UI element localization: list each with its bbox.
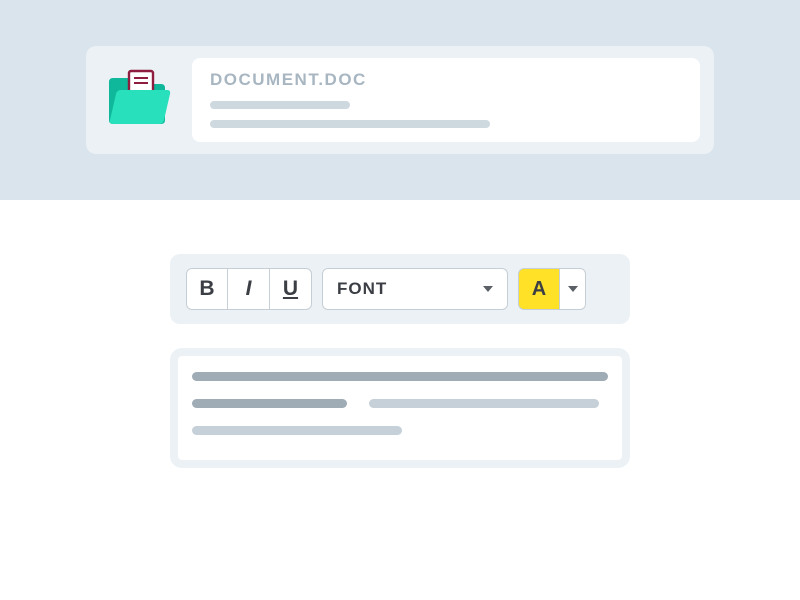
document-title: DOCUMENT.DOC xyxy=(210,70,682,90)
content-line xyxy=(369,399,599,408)
text-style-group: B I U xyxy=(186,268,312,310)
placeholder-line xyxy=(210,101,350,109)
content-line xyxy=(192,372,608,381)
chevron-down-icon xyxy=(568,286,578,292)
editor-area: B I U FONT A xyxy=(0,200,800,468)
chevron-down-icon xyxy=(483,286,493,292)
content-line xyxy=(192,399,347,408)
italic-button[interactable]: I xyxy=(228,268,270,310)
file-card: DOCUMENT.DOC xyxy=(86,46,714,154)
folder-icon xyxy=(100,61,178,139)
text-color-button[interactable]: A xyxy=(518,268,560,310)
formatting-toolbar: B I U FONT A xyxy=(170,254,630,324)
document-info-card[interactable]: DOCUMENT.DOC xyxy=(192,58,700,142)
text-color-group: A xyxy=(518,268,586,310)
document-content[interactable] xyxy=(170,348,630,468)
text-color-dropdown[interactable] xyxy=(560,268,586,310)
font-select-label: FONT xyxy=(337,279,387,299)
font-select[interactable]: FONT xyxy=(322,268,508,310)
header-band: DOCUMENT.DOC xyxy=(0,0,800,200)
content-line xyxy=(192,426,402,435)
bold-button[interactable]: B xyxy=(186,268,228,310)
underline-button[interactable]: U xyxy=(270,268,312,310)
content-row xyxy=(192,399,608,408)
placeholder-line xyxy=(210,120,490,128)
